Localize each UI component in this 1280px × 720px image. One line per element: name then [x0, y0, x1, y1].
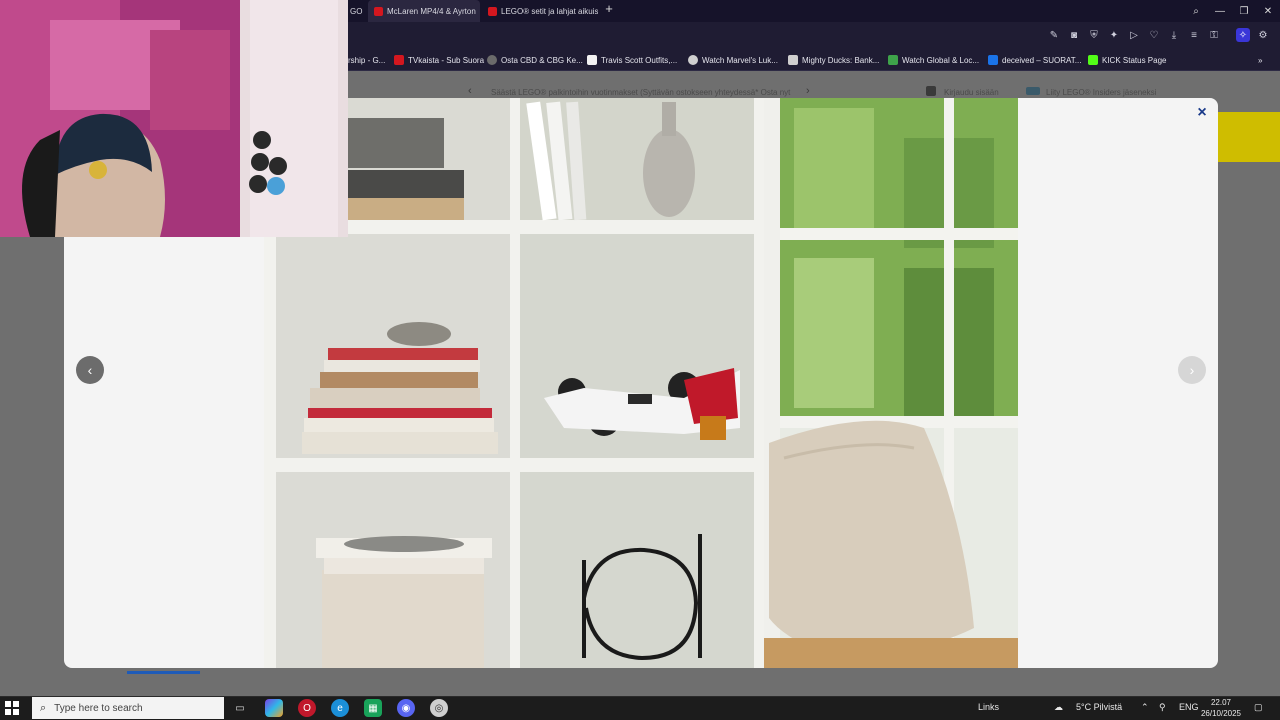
tab-mclaren[interactable]: McLaren MP4/4 & Ayrton: [368, 0, 480, 22]
discord-icon[interactable]: ◉: [397, 699, 415, 717]
bookmark-item[interactable]: Mighty Ducks: Bank...: [788, 53, 879, 67]
previous-image-button[interactable]: ‹: [76, 356, 104, 384]
login-link[interactable]: Kirjaudu sisään: [944, 88, 999, 97]
search-tabs-icon[interactable]: ⌕: [1184, 0, 1208, 22]
lego-favicon-icon: [374, 6, 383, 16]
bookmark-item[interactable]: Osta CBD & CBG Ke...: [487, 53, 583, 67]
restore-icon[interactable]: ❐: [1232, 0, 1256, 22]
search-placeholder: Type here to search: [54, 702, 143, 714]
windows-start-icon[interactable]: [4, 700, 20, 716]
join-insiders-link[interactable]: Liity LEGO® Insiders jäseneksi: [1046, 88, 1156, 97]
kick-icon: [1088, 55, 1098, 65]
task-view-icon[interactable]: ▭: [231, 699, 249, 717]
search-icon: ⌕: [40, 701, 47, 714]
taskbar-clock[interactable]: 22.07 26/10/2025: [1196, 697, 1246, 719]
tab-label: LEGO® setit ja lahjat aikuis: [501, 6, 598, 16]
bookmark-item[interactable]: Travis Scott Outfits,...: [587, 53, 677, 67]
new-tab-button[interactable]: +: [602, 2, 616, 16]
header-yellow-strip: [1216, 112, 1280, 162]
tab-lego-sets[interactable]: LEGO® setit ja lahjat aikuis: [482, 0, 598, 22]
bookmark-item[interactable]: deceived – SUORAT...: [988, 53, 1081, 67]
chevron-right-icon: ›: [1189, 362, 1195, 378]
links-toolbar[interactable]: Links: [978, 702, 999, 712]
webcam-overlay: [0, 0, 348, 237]
bag-icon: [926, 86, 936, 96]
taskbar-search-input[interactable]: ⌕ Type here to search: [32, 697, 224, 719]
next-image-button[interactable]: ›: [1178, 356, 1206, 384]
bookmark-label: Travis Scott Outfits,...: [601, 55, 678, 65]
bookmark-item[interactable]: Watch Global & Loc...: [888, 53, 979, 67]
webcam-feed-image: [0, 0, 348, 237]
bookmark-item[interactable]: Watch Marvel's Luk...: [688, 53, 778, 67]
bookmarks-overflow-icon[interactable]: »: [1258, 53, 1262, 67]
promo-next-icon[interactable]: ›: [806, 85, 810, 97]
bookmark-label: Watch Global & Loc...: [902, 55, 980, 65]
bookmark-item[interactable]: KICK Status Page: [1088, 53, 1166, 67]
bookmark-label: Watch Marvel's Luk...: [702, 55, 778, 65]
bookmark-label: Mighty Ducks: Bank...: [802, 55, 880, 65]
clock-date: 26/10/2025: [1200, 709, 1242, 718]
bookmark-item[interactable]: TVkaista - Sub Suora: [394, 53, 484, 67]
chevron-left-icon: ‹: [87, 362, 93, 378]
robot-icon: [888, 55, 898, 65]
bookmark-label: TVkaista - Sub Suora: [408, 55, 485, 65]
promo-text[interactable]: Säästä LEGO® palkintoihin vuotinmakset (…: [491, 88, 790, 97]
wifi-icon: [688, 55, 698, 65]
tab-label: GO: [350, 6, 363, 16]
heart-icon[interactable]: ♡: [1147, 28, 1161, 42]
lego-favicon-icon: [488, 6, 497, 16]
screen: ‹ Säästä LEGO® palkintoihin vuotinmakset…: [0, 0, 1280, 720]
bookmark-item[interactable]: rship - G...: [348, 53, 385, 67]
active-tab-underline: [127, 671, 200, 674]
bookmark-label: KICK Status Page: [1102, 55, 1167, 65]
app-gray-icon[interactable]: ◎: [430, 699, 448, 717]
play-icon[interactable]: ▷: [1127, 28, 1141, 42]
opera-icon[interactable]: O: [298, 699, 316, 717]
tab-label: McLaren MP4/4 & Ayrton: [387, 6, 476, 16]
close-button[interactable]: ×: [1193, 104, 1211, 122]
camera-icon[interactable]: ◙: [1067, 28, 1081, 42]
bookmark-label: deceived – SUORAT...: [1002, 55, 1082, 65]
shelf-scene-image: [264, 98, 1018, 668]
page-icon: [587, 55, 597, 65]
bookmark-label: Osta CBD & CBG Ke...: [501, 55, 583, 65]
network-icon[interactable]: ⚲: [1159, 702, 1166, 713]
weather-text[interactable]: 5°C Pilvistä: [1076, 702, 1122, 712]
lightning-icon: [788, 55, 798, 65]
edge-icon[interactable]: e: [331, 699, 349, 717]
chevron-up-icon[interactable]: ⌃: [1141, 702, 1149, 713]
promo-prev-icon[interactable]: ‹: [468, 85, 472, 97]
notification-icon[interactable]: ▢: [1254, 702, 1263, 713]
product-photo: [264, 98, 1018, 668]
close-window-icon[interactable]: ✕: [1256, 0, 1280, 22]
tvkaista-icon: [394, 55, 404, 65]
globe-icon: [487, 55, 497, 65]
insiders-icon: [1026, 87, 1040, 95]
app-colorful-icon[interactable]: [265, 699, 283, 717]
minimize-icon[interactable]: —: [1208, 0, 1232, 22]
spreadsheet-icon[interactable]: ▦: [364, 699, 382, 717]
menu-icon[interactable]: ≡: [1187, 28, 1201, 42]
aria-icon[interactable]: ✧: [1236, 28, 1250, 42]
lock-icon[interactable]: ⚿: [1207, 28, 1221, 42]
edit-icon[interactable]: ✎: [1047, 28, 1061, 42]
bookmark-label: rship - G...: [348, 55, 386, 65]
clock-time: 22.07: [1210, 698, 1232, 707]
settings-icon[interactable]: ⚙: [1256, 28, 1270, 42]
download-icon[interactable]: ⤓: [1167, 28, 1181, 42]
extension-icon[interactable]: ✦: [1107, 28, 1121, 42]
cloud-icon: ☁: [1054, 702, 1063, 712]
shield-icon[interactable]: ⛨: [1087, 28, 1101, 42]
site-icon: [988, 55, 998, 65]
